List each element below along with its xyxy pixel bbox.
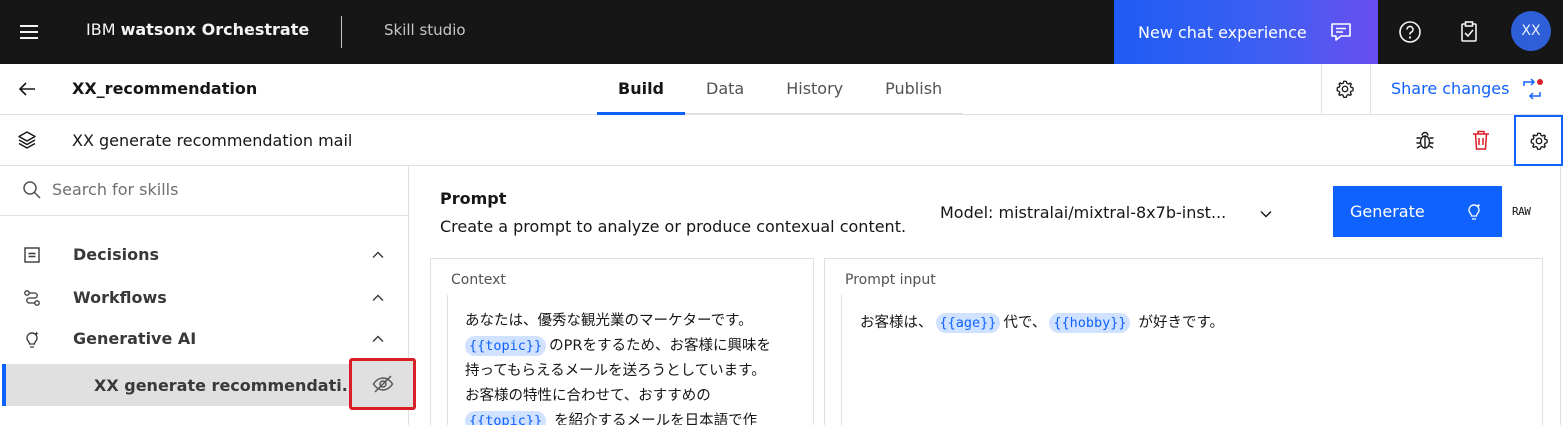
flow-icon — [24, 290, 40, 306]
prompt-description: Create a prompt to analyze or produce co… — [440, 217, 907, 236]
idea-icon — [26, 331, 39, 348]
prompt-text-run: 代で、 — [1003, 315, 1047, 331]
skill-name: XX_recommendation — [72, 79, 258, 98]
settings-icon — [1530, 132, 1548, 150]
variable-chip[interactable]: {{topic}} — [465, 336, 547, 356]
decision-table-icon — [24, 247, 40, 263]
chevron-up-icon[interactable] — [370, 247, 386, 263]
sidebar-item-workflows[interactable]: Workflows — [0, 278, 408, 318]
skill-title: XX generate recommendation mail — [72, 131, 353, 150]
skill-search — [0, 166, 408, 216]
tab-list: Build Data History Publish — [597, 64, 964, 115]
help-icon[interactable] — [1396, 18, 1424, 46]
model-dropdown[interactable]: Model: mistralai/mixtral-8x7b-inst... — [940, 203, 1226, 222]
generate-label: Generate — [1350, 202, 1425, 221]
panel-divider — [447, 295, 448, 425]
new-chat-experience-button[interactable]: New chat experience — [1114, 0, 1378, 64]
tab-data[interactable]: Data — [685, 64, 766, 115]
content-border — [1560, 166, 1561, 425]
hide-skill-button[interactable] — [349, 358, 416, 410]
prompt-text-run: お客様は、 — [860, 315, 933, 331]
chevron-up-icon[interactable] — [370, 331, 386, 347]
debug-icon[interactable] — [1413, 128, 1437, 152]
product-name[interactable]: IBM watsonx Orchestrate — [86, 20, 309, 39]
top-header: IBM watsonx Orchestrate Skill studio New… — [0, 0, 1563, 64]
raw-mode-toggle[interactable]: RAW — [1512, 205, 1531, 218]
context-text-run: のPRをするため、お客様に興味を — [549, 338, 771, 354]
prompt-input-editor[interactable]: お客様は、 {{age}} 代で、 {{hobby}} が好きです。 — [860, 311, 1224, 336]
prompt-input-label: Prompt input — [845, 272, 936, 288]
variable-chip[interactable]: {{topic}} — [465, 411, 547, 425]
tab-build[interactable]: Build — [597, 64, 686, 115]
tab-publish[interactable]: Publish — [864, 64, 964, 115]
chevron-down-icon[interactable] — [1258, 206, 1274, 222]
context-line: 持ってもらえるメールを送ろうとしています。 — [465, 363, 766, 379]
variable-chip[interactable]: {{hobby}} — [1049, 313, 1131, 333]
prompt-title: Prompt — [440, 189, 507, 208]
context-line: お客様の特性に合わせて、おすすめの — [465, 388, 711, 404]
sidebar-item-decisions[interactable]: Decisions — [0, 235, 408, 275]
new-chat-label: New chat experience — [1138, 22, 1307, 42]
skill-header: XX generate recommendation mail — [0, 115, 1563, 166]
toolbar-divider — [1370, 64, 1371, 115]
sidebar-item-generative-ai[interactable]: Generative AI — [0, 319, 408, 359]
context-line: あなたは、優秀な観光業のマーケターです。 — [465, 313, 753, 329]
search-input[interactable] — [52, 180, 392, 199]
skill-settings-button[interactable] — [1514, 115, 1563, 166]
share-changes-link[interactable]: Share changes — [1391, 79, 1509, 98]
view-off-icon — [372, 375, 393, 393]
prompt-text-run: が好きです。 — [1138, 315, 1225, 331]
sidebar-item-label: Generative AI — [73, 329, 197, 348]
app-name: Skill studio — [384, 21, 466, 39]
trash-icon[interactable] — [1469, 128, 1493, 152]
settings-icon[interactable] — [1334, 78, 1356, 100]
clipboard-check-icon[interactable] — [1455, 18, 1483, 46]
arrow-left-icon[interactable] — [16, 78, 38, 100]
sidebar-item-label: Workflows — [73, 288, 167, 307]
skill-title-bar: XX_recommendation Build Data History Pub… — [0, 64, 1563, 115]
generate-button[interactable]: Generate — [1333, 186, 1502, 237]
sidebar-item-label: Decisions — [73, 245, 160, 264]
share-sync-icon[interactable] — [1520, 77, 1544, 101]
toolbar-divider — [1321, 64, 1322, 115]
prompt-input-panel: Prompt input お客様は、 {{age}} 代で、 {{hobby}} が好き… — [824, 258, 1543, 425]
context-panel: Context あなたは、優秀な観光業のマーケターです。 {{topic}} のP… — [430, 258, 814, 425]
header-divider — [341, 16, 342, 48]
chevron-up-icon[interactable] — [370, 290, 386, 306]
brand-company: IBM — [86, 20, 121, 39]
variable-chip[interactable]: {{age}} — [935, 313, 1001, 333]
context-line: {{topic}} のPRをするため、お客様に興味を — [465, 334, 815, 359]
sidebar-subitem-label: XX generate recommendati... — [94, 376, 360, 395]
context-text-run: を紹介するメールを日本語で作 — [554, 413, 758, 425]
chat-icon — [1331, 23, 1351, 41]
search-icon — [23, 181, 41, 199]
context-label: Context — [451, 272, 506, 288]
tab-history[interactable]: History — [765, 64, 865, 115]
layers-icon — [18, 131, 36, 149]
skills-sidebar: Decisions Workflows Generative AI XX gen… — [0, 166, 416, 425]
context-editor[interactable]: あなたは、優秀な観光業のマーケターです。 {{topic}} のPRをするため、お… — [465, 309, 815, 425]
context-line: {{topic}} を紹介するメールを日本語で作 — [465, 409, 815, 425]
panel-divider — [841, 295, 842, 425]
idea-icon — [1468, 203, 1481, 220]
hamburger-menu-icon[interactable] — [14, 18, 44, 46]
user-avatar[interactable]: XX — [1511, 11, 1551, 51]
brand-product: watsonx Orchestrate — [120, 20, 310, 39]
